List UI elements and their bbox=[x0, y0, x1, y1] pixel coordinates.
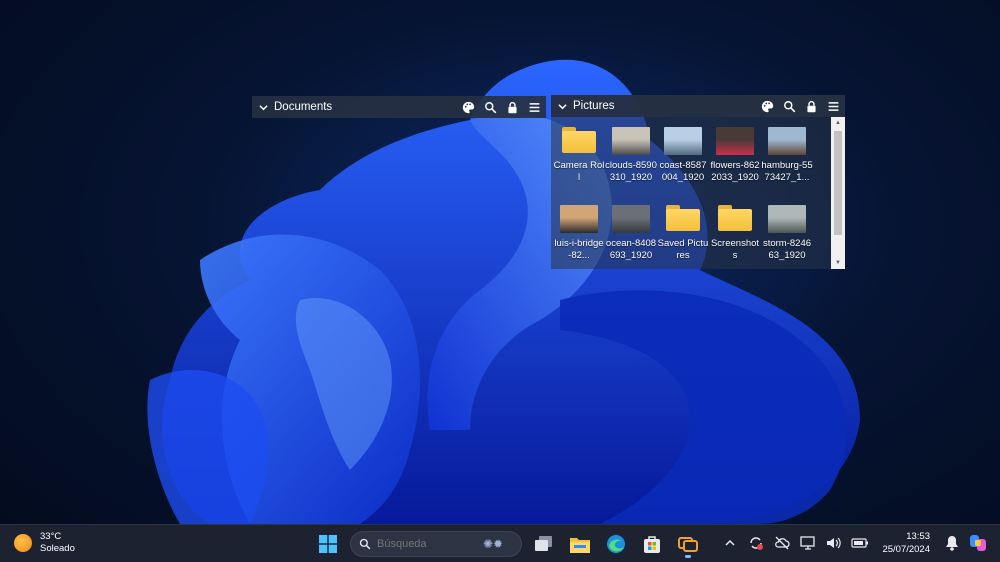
copilot-icon bbox=[970, 535, 986, 551]
chevron-down-icon[interactable] bbox=[256, 103, 270, 112]
documents-fence[interactable]: Documents bbox=[252, 96, 546, 118]
palette-icon[interactable] bbox=[460, 99, 476, 115]
fences-app-icon bbox=[678, 537, 698, 552]
notification-bell-icon[interactable] bbox=[942, 529, 962, 557]
clock-date: 25/07/2024 bbox=[882, 544, 930, 555]
folder-with-content-icon bbox=[718, 205, 752, 231]
file-item-label: flowers-8622033_1920 bbox=[710, 160, 760, 183]
clock[interactable]: 13:53 25/07/2024 bbox=[882, 530, 930, 556]
palette-icon[interactable] bbox=[759, 98, 775, 114]
start-button[interactable] bbox=[314, 530, 342, 558]
volume-icon[interactable] bbox=[824, 529, 844, 557]
file-item-label: Screenshots bbox=[710, 238, 760, 261]
fence-title: Documents bbox=[274, 101, 333, 113]
file-explorer-icon bbox=[570, 537, 590, 553]
file-item[interactable]: Saved Pictures bbox=[657, 201, 709, 269]
file-explorer-button[interactable] bbox=[566, 530, 594, 558]
file-item-label: clouds-8590310_1920 bbox=[605, 160, 657, 183]
cloud-off-icon[interactable] bbox=[772, 529, 792, 557]
edge-button[interactable] bbox=[602, 530, 630, 558]
active-indicator bbox=[685, 555, 691, 558]
search-input[interactable] bbox=[377, 538, 477, 550]
image-thumbnail bbox=[664, 127, 702, 155]
file-item[interactable]: ocean-8408693_1920 bbox=[605, 201, 657, 269]
taskbar: 33°C Soleado ✺✹ bbox=[0, 524, 1000, 562]
lock-icon[interactable] bbox=[504, 99, 520, 115]
sync-icon[interactable] bbox=[746, 529, 766, 557]
scroll-up-icon[interactable]: ▲ bbox=[831, 117, 845, 129]
network-icon[interactable] bbox=[798, 529, 818, 557]
file-item[interactable]: clouds-8590310_1920 bbox=[605, 123, 657, 191]
search-icon bbox=[359, 538, 371, 550]
file-item[interactable]: Camera Roll bbox=[553, 123, 605, 191]
pictures-fence-header[interactable]: Pictures bbox=[551, 95, 845, 117]
edge-icon bbox=[607, 535, 625, 553]
fence-title: Pictures bbox=[573, 100, 615, 112]
chevron-up-icon[interactable] bbox=[720, 529, 740, 557]
menu-icon[interactable] bbox=[825, 98, 841, 114]
task-view-icon bbox=[535, 536, 552, 551]
file-item-label: Camera Roll bbox=[553, 160, 605, 183]
image-thumbnail bbox=[768, 205, 806, 233]
file-item[interactable]: hamburg-5573427_1... bbox=[761, 123, 813, 191]
documents-fence-header[interactable]: Documents bbox=[252, 96, 546, 118]
file-item[interactable]: flowers-8622033_1920 bbox=[709, 123, 761, 191]
battery-icon[interactable] bbox=[850, 529, 870, 557]
file-item-label: hamburg-5573427_1... bbox=[761, 160, 813, 183]
file-item-label: Saved Pictures bbox=[657, 238, 709, 261]
weather-temperature: 33°C bbox=[40, 531, 62, 542]
clock-time: 13:53 bbox=[906, 531, 930, 542]
weather-widget[interactable]: 33°C Soleado bbox=[14, 531, 75, 555]
desktop-wallpaper bbox=[147, 59, 860, 524]
store-icon bbox=[644, 536, 660, 553]
search-icon[interactable] bbox=[781, 98, 797, 114]
file-item-label: ocean-8408693_1920 bbox=[605, 238, 657, 261]
file-item[interactable]: Screenshots bbox=[709, 201, 761, 269]
folder-icon bbox=[666, 205, 700, 231]
search-icon[interactable] bbox=[482, 99, 498, 115]
file-item-label: luis-i-bridge-82... bbox=[554, 238, 604, 261]
lock-icon[interactable] bbox=[803, 98, 819, 114]
scrollbar-thumb[interactable] bbox=[834, 131, 842, 235]
menu-icon[interactable] bbox=[526, 99, 542, 115]
chevron-down-icon[interactable] bbox=[555, 102, 569, 111]
file-item[interactable]: coast-8587004_1920 bbox=[657, 123, 709, 191]
image-thumbnail bbox=[716, 127, 754, 155]
pictures-fence[interactable]: Pictures Camera Roll clouds-8590310_1920 c… bbox=[551, 95, 845, 269]
copilot-button[interactable] bbox=[968, 529, 988, 557]
folder-icon bbox=[562, 127, 596, 153]
weather-condition: Soleado bbox=[40, 543, 75, 554]
fences-app-button[interactable] bbox=[674, 530, 702, 558]
image-thumbnail bbox=[612, 205, 650, 233]
file-item[interactable]: storm-824663_1920 bbox=[761, 201, 813, 269]
image-thumbnail bbox=[560, 205, 598, 233]
file-item[interactable]: luis-i-bridge-82... bbox=[553, 201, 605, 269]
sun-icon bbox=[14, 534, 32, 552]
pictures-grid: Camera Roll clouds-8590310_1920 coast-8587… bbox=[551, 117, 829, 269]
windows-logo-icon bbox=[319, 535, 337, 553]
file-item-label: coast-8587004_1920 bbox=[659, 160, 707, 183]
store-button[interactable] bbox=[638, 530, 666, 558]
image-thumbnail bbox=[612, 127, 650, 155]
task-view-button[interactable] bbox=[530, 530, 558, 558]
file-item-label: storm-824663_1920 bbox=[762, 238, 812, 261]
fireworks-icon: ✺✹ bbox=[483, 537, 504, 551]
scroll-down-icon[interactable]: ▼ bbox=[831, 257, 845, 269]
taskbar-search[interactable]: ✺✹ bbox=[350, 531, 522, 557]
vertical-scrollbar[interactable]: ▲ ▼ bbox=[831, 117, 845, 269]
image-thumbnail bbox=[768, 127, 806, 155]
